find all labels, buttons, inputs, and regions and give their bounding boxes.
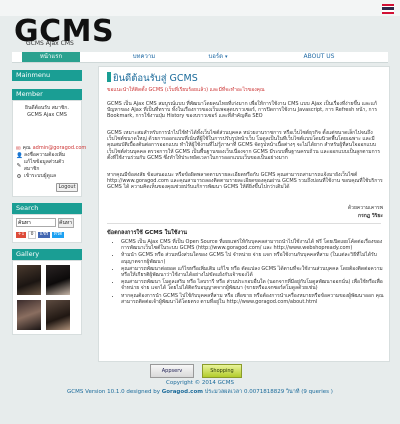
google-plus-button[interactable]: +1: [16, 232, 26, 238]
member-link-1[interactable]: 👤 ลงชื่อความต้องเพิ่ม: [16, 152, 78, 159]
paragraph-3: หากคุณมีข้อสงสัย ข้อเสนอแนะ หรือข้อผิดพล…: [107, 172, 383, 191]
copyright: Copyright © 2014 GCMS: [166, 380, 234, 386]
paragraph-2: GCMS เหมาะสมสำหรับการนำไปใช้ทำได้ทั้งเว็…: [107, 130, 381, 161]
user-icon: ✉: [16, 145, 21, 152]
member-link-3-label: เข้าระบบผู้ดูแล: [24, 173, 57, 179]
search-input[interactable]: [16, 218, 56, 227]
paragraph-1: GCMS เป็น Ajax CMS สมบูรณ์แบบ ที่พัฒนาโด…: [107, 101, 378, 120]
member-header: Member: [12, 89, 82, 100]
search-button[interactable]: ค้นหา: [57, 218, 74, 228]
gallery-thumbnail[interactable]: [17, 265, 41, 295]
member-link-3[interactable]: ⚙ เข้าระบบผู้ดูแล: [16, 173, 78, 180]
page: GCMS GCMS Ajax CMS หน้าแรก บทความ บอร์ด …: [0, 0, 400, 424]
gallery-thumbnail[interactable]: [17, 300, 41, 330]
terms-item: หากคุณต้องการนำ GCMS ไปใช้กับบุคคลที่สาม…: [121, 293, 387, 305]
nav-board[interactable]: บอร์ด: [198, 52, 238, 62]
terms-list: GCMS เป็น Ajax CMS ที่เป็น Open Source ท…: [113, 239, 387, 306]
google-plus-count: 0: [28, 231, 36, 239]
member-email-row: ✉ คุณ admin@goragod.com: [16, 145, 86, 152]
search-body: ค้นหา +1 0 แชร์ ทวีต: [12, 214, 82, 243]
main-nav: หน้าแรก บทความ บอร์ด ABOUT US: [12, 52, 388, 63]
mainmenu-header: Mainmenu: [12, 70, 82, 81]
version-suffix: ประมวลผลเวลา 0.0071818829 วินาที (9 quer…: [204, 389, 333, 395]
welcome-name: GCMS Ajax CMS: [27, 112, 67, 118]
facebook-share-button[interactable]: แชร์: [38, 232, 50, 238]
email-label: คุณ: [22, 145, 31, 151]
nav-home[interactable]: หน้าแรก: [22, 52, 80, 62]
member-link-1-label: ลงชื่อความต้องเพิ่ม: [24, 152, 66, 158]
gallery-block: Gallery: [12, 249, 82, 335]
search-header: Search: [12, 203, 82, 214]
gallery-header: Gallery: [12, 249, 82, 260]
social-buttons: +1 0 แชร์ ทวีต: [16, 231, 78, 239]
member-spacer: [16, 119, 78, 145]
member-link-2[interactable]: ✎ แก้ไขข้อมูลส่วนตัวสมาชิก: [16, 159, 78, 173]
terms-item: GCMS เป็น Ajax CMS ที่เป็น Open Source ท…: [121, 239, 387, 251]
appserv-badge[interactable]: Appserv: [150, 364, 194, 378]
nav-board-label: บอร์ด: [208, 53, 223, 60]
shopping-badge[interactable]: Shopping: [202, 364, 242, 378]
page-title-text: ยินดีต้อนรับสู่ GCMS: [113, 73, 198, 84]
admin-icon: ⚙: [16, 173, 22, 180]
signature-line-2: กรกฎ วิริยะ: [358, 213, 383, 219]
search-block: Search ค้นหา +1 0 แชร์ ทวีต: [12, 203, 82, 243]
footer-badges: Appserv Shopping: [150, 364, 242, 378]
designer-link[interactable]: Goragod.com: [162, 389, 203, 395]
title-marker: [107, 72, 111, 82]
page-title: ยินดีต้อนรับสู่ GCMS: [107, 71, 198, 86]
site-tagline: GCMS Ajax CMS: [26, 40, 74, 47]
edit-icon: ✎: [16, 163, 22, 169]
gallery-thumbnail[interactable]: [46, 265, 70, 295]
terms-item: ห้ามนำ GCMS หรือ ส่วนหนึ่งส่วนใดของ GCMS…: [121, 252, 387, 264]
divider: [107, 223, 381, 224]
thai-flag-icon[interactable]: [382, 4, 394, 14]
sidebar: Mainmenu Member ยินดีต้อนรับ สมาชิก. GCM…: [12, 70, 86, 335]
welcome-text: ยินดีต้อนรับ สมาชิก.: [25, 105, 69, 111]
main-content: ยินดีต้อนรับสู่ GCMS ขอแนะนำให้ติดตั้ง G…: [98, 66, 390, 362]
terms-item: คุณสามารถพัฒนาต่อยอด แก้ไขหรือเพิ่มเติม …: [121, 266, 387, 278]
twitter-tweet-button[interactable]: ทวีต: [52, 232, 64, 238]
gallery-body: [12, 260, 82, 335]
nav-about[interactable]: ABOUT US: [294, 52, 344, 62]
member-email[interactable]: admin@goragod.com: [33, 145, 87, 152]
person-icon: 👤: [16, 152, 23, 159]
terms-item: คุณสามารถพัฒนา โมดูลเสริม หรือ ไลบรารี ห…: [121, 279, 387, 291]
gallery-thumbnail[interactable]: [46, 300, 70, 330]
signature-line-1: ด้วยความเคารพ: [347, 205, 383, 211]
logout-button[interactable]: Logout: [56, 183, 78, 192]
member-link-2-label: แก้ไขข้อมูลส่วนตัวสมาชิก: [23, 159, 65, 172]
version-line: GCMS Version 10.1.0 designed by Goragod.…: [0, 388, 400, 396]
nav-articles[interactable]: บทความ: [124, 52, 164, 62]
member-body: ยินดีต้อนรับ สมาชิก. GCMS Ajax CMS ✉ คุณ…: [12, 100, 86, 197]
version-prefix: GCMS Version 10.1.0 designed by: [67, 389, 160, 395]
intro-text: ขอแนะนำให้ติดตั้ง GCMS (เว็บที่เรียบร้อย…: [107, 87, 265, 93]
member-block: Member ยินดีต้อนรับ สมาชิก. GCMS Ajax CM…: [12, 89, 86, 197]
terms-title: ข้อตกลงการใช้ GCMS ในใช้งาน: [107, 230, 188, 236]
